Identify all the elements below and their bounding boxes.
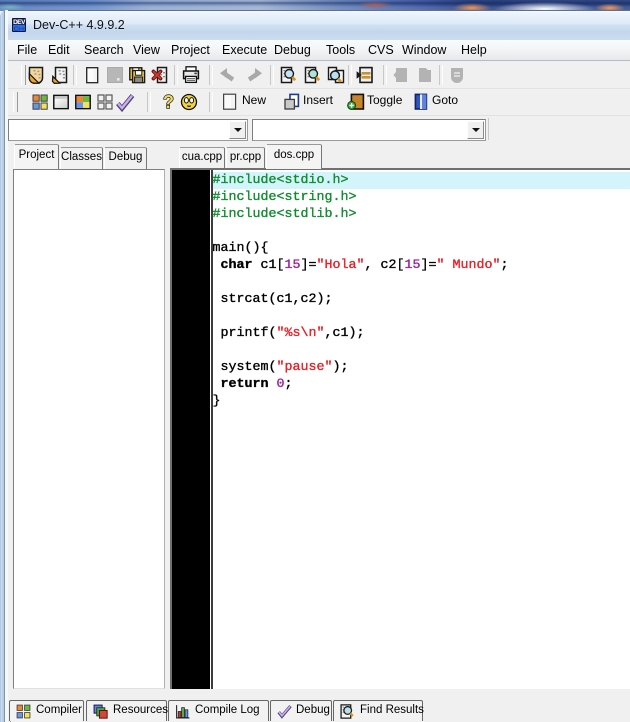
svg-text:?: ? [163, 92, 174, 112]
